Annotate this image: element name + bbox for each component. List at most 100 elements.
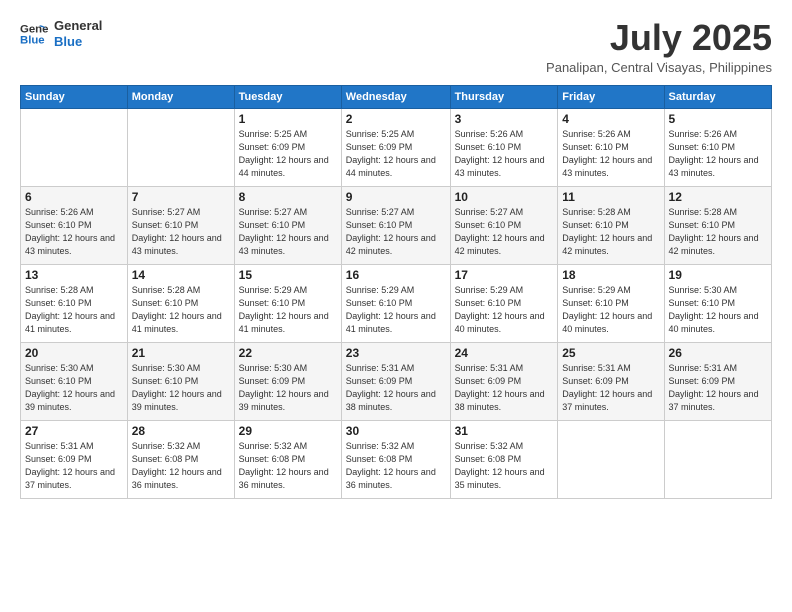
table-row: 11 Sunrise: 5:28 AM Sunset: 6:10 PM Dayli… [558,186,664,264]
table-row: 13 Sunrise: 5:28 AM Sunset: 6:10 PM Dayli… [21,264,128,342]
day-number: 22 [239,346,337,360]
col-sunday: Sunday [21,85,128,108]
day-info: Sunrise: 5:28 AM Sunset: 6:10 PM Dayligh… [562,206,659,258]
table-row: 17 Sunrise: 5:29 AM Sunset: 6:10 PM Dayli… [450,264,558,342]
day-number: 2 [346,112,446,126]
day-number: 9 [346,190,446,204]
table-row: 21Sunrise: 5:30 AM Sunset: 6:10 PM Dayli… [127,342,234,420]
table-row: 6 Sunrise: 5:26 AM Sunset: 6:10 PM Daylig… [21,186,128,264]
calendar-header: Sunday Monday Tuesday Wednesday Thursday… [21,85,772,108]
day-info: Sunrise: 5:25 AM Sunset: 6:09 PM Dayligh… [239,128,337,180]
day-info: Sunrise: 5:26 AM Sunset: 6:10 PM Dayligh… [669,128,767,180]
table-row: 22Sunrise: 5:30 AM Sunset: 6:09 PM Dayli… [234,342,341,420]
table-row: 7 Sunrise: 5:27 AM Sunset: 6:10 PM Daylig… [127,186,234,264]
day-info: Sunrise: 5:32 AM Sunset: 6:08 PM Dayligh… [239,440,337,492]
day-info: Sunrise: 5:32 AM Sunset: 6:08 PM Dayligh… [132,440,230,492]
day-info: Sunrise: 5:29 AM Sunset: 6:10 PM Dayligh… [239,284,337,336]
day-info: Sunrise: 5:28 AM Sunset: 6:10 PM Dayligh… [25,284,123,336]
day-info: Sunrise: 5:28 AM Sunset: 6:10 PM Dayligh… [669,206,767,258]
day-info: Sunrise: 5:27 AM Sunset: 6:10 PM Dayligh… [346,206,446,258]
page-header: General Blue General Blue July 2025 Pana… [20,18,772,75]
table-row: 2Sunrise: 5:25 AM Sunset: 6:09 PM Daylig… [341,108,450,186]
logo-general: General [54,18,102,34]
table-row: 12 Sunrise: 5:28 AM Sunset: 6:10 PM Dayli… [664,186,771,264]
day-info: Sunrise: 5:26 AM Sunset: 6:10 PM Dayligh… [25,206,123,258]
day-info: Sunrise: 5:28 AM Sunset: 6:10 PM Dayligh… [132,284,230,336]
calendar-body: 1 Sunrise: 5:25 AM Sunset: 6:09 PM Daylig… [21,108,772,498]
table-row [558,420,664,498]
table-row: 14 Sunrise: 5:28 AM Sunset: 6:10 PM Dayli… [127,264,234,342]
col-friday: Friday [558,85,664,108]
day-number: 13 [25,268,123,282]
day-info: Sunrise: 5:29 AM Sunset: 6:10 PM Dayligh… [455,284,554,336]
day-info: Sunrise: 5:31 AM Sunset: 6:09 PM Dayligh… [562,362,659,414]
day-info: Sunrise: 5:29 AM Sunset: 6:10 PM Dayligh… [562,284,659,336]
day-number: 12 [669,190,767,204]
col-thursday: Thursday [450,85,558,108]
col-wednesday: Wednesday [341,85,450,108]
day-number: 5 [669,112,767,126]
day-number: 19 [669,268,767,282]
day-number: 4 [562,112,659,126]
day-number: 8 [239,190,337,204]
logo-icon: General Blue [20,20,48,48]
day-number: 1 [239,112,337,126]
day-number: 18 [562,268,659,282]
day-number: 28 [132,424,230,438]
day-info: Sunrise: 5:27 AM Sunset: 6:10 PM Dayligh… [239,206,337,258]
day-info: Sunrise: 5:32 AM Sunset: 6:08 PM Dayligh… [455,440,554,492]
table-row [21,108,128,186]
table-row: 3 Sunrise: 5:26 AM Sunset: 6:10 PM Daylig… [450,108,558,186]
day-info: Sunrise: 5:26 AM Sunset: 6:10 PM Dayligh… [562,128,659,180]
day-number: 6 [25,190,123,204]
day-info: Sunrise: 5:31 AM Sunset: 6:09 PM Dayligh… [455,362,554,414]
day-number: 7 [132,190,230,204]
day-number: 30 [346,424,446,438]
day-number: 23 [346,346,446,360]
table-row: 27 Sunrise: 5:31 AM Sunset: 6:09 PM Dayli… [21,420,128,498]
table-row: 16 Sunrise: 5:29 AM Sunset: 6:10 PM Dayli… [341,264,450,342]
day-info: Sunrise: 5:30 AM Sunset: 6:10 PM Dayligh… [25,362,123,414]
day-number: 20 [25,346,123,360]
table-row [127,108,234,186]
day-info: Sunrise: 5:32 AM Sunset: 6:08 PM Dayligh… [346,440,446,492]
table-row: 23Sunrise: 5:31 AM Sunset: 6:09 PM Dayli… [341,342,450,420]
day-info: Sunrise: 5:26 AM Sunset: 6:10 PM Dayligh… [455,128,554,180]
day-number: 16 [346,268,446,282]
day-number: 25 [562,346,659,360]
table-row: 26Sunrise: 5:31 AM Sunset: 6:09 PM Dayli… [664,342,771,420]
day-number: 10 [455,190,554,204]
title-block: July 2025 Panalipan, Central Visayas, Ph… [546,18,772,75]
table-row: 18 Sunrise: 5:29 AM Sunset: 6:10 PM Dayli… [558,264,664,342]
table-row: 5 Sunrise: 5:26 AM Sunset: 6:10 PM Daylig… [664,108,771,186]
day-number: 15 [239,268,337,282]
svg-text:General: General [20,23,48,35]
table-row: 4 Sunrise: 5:26 AM Sunset: 6:10 PM Daylig… [558,108,664,186]
table-row: 28 Sunrise: 5:32 AM Sunset: 6:08 PM Dayli… [127,420,234,498]
day-info: Sunrise: 5:30 AM Sunset: 6:10 PM Dayligh… [669,284,767,336]
day-number: 27 [25,424,123,438]
day-info: Sunrise: 5:27 AM Sunset: 6:10 PM Dayligh… [132,206,230,258]
day-info: Sunrise: 5:29 AM Sunset: 6:10 PM Dayligh… [346,284,446,336]
table-row: 8 Sunrise: 5:27 AM Sunset: 6:10 PM Daylig… [234,186,341,264]
table-row: 24 Sunrise: 5:31 AM Sunset: 6:09 PM Dayli… [450,342,558,420]
calendar-table: Sunday Monday Tuesday Wednesday Thursday… [20,85,772,499]
day-number: 24 [455,346,554,360]
table-row: 30 Sunrise: 5:32 AM Sunset: 6:08 PM Dayli… [341,420,450,498]
day-info: Sunrise: 5:31 AM Sunset: 6:09 PM Dayligh… [25,440,123,492]
table-row: 20 Sunrise: 5:30 AM Sunset: 6:10 PM Dayli… [21,342,128,420]
day-number: 17 [455,268,554,282]
table-row: 1 Sunrise: 5:25 AM Sunset: 6:09 PM Daylig… [234,108,341,186]
table-row: 31 Sunrise: 5:32 AM Sunset: 6:08 PM Dayli… [450,420,558,498]
day-number: 14 [132,268,230,282]
day-number: 3 [455,112,554,126]
day-number: 11 [562,190,659,204]
day-number: 31 [455,424,554,438]
table-row: 19 Sunrise: 5:30 AM Sunset: 6:10 PM Dayli… [664,264,771,342]
svg-text:Blue: Blue [20,34,45,46]
table-row: 15 Sunrise: 5:29 AM Sunset: 6:10 PM Dayli… [234,264,341,342]
day-number: 26 [669,346,767,360]
day-info: Sunrise: 5:27 AM Sunset: 6:10 PM Dayligh… [455,206,554,258]
table-row [664,420,771,498]
col-saturday: Saturday [664,85,771,108]
